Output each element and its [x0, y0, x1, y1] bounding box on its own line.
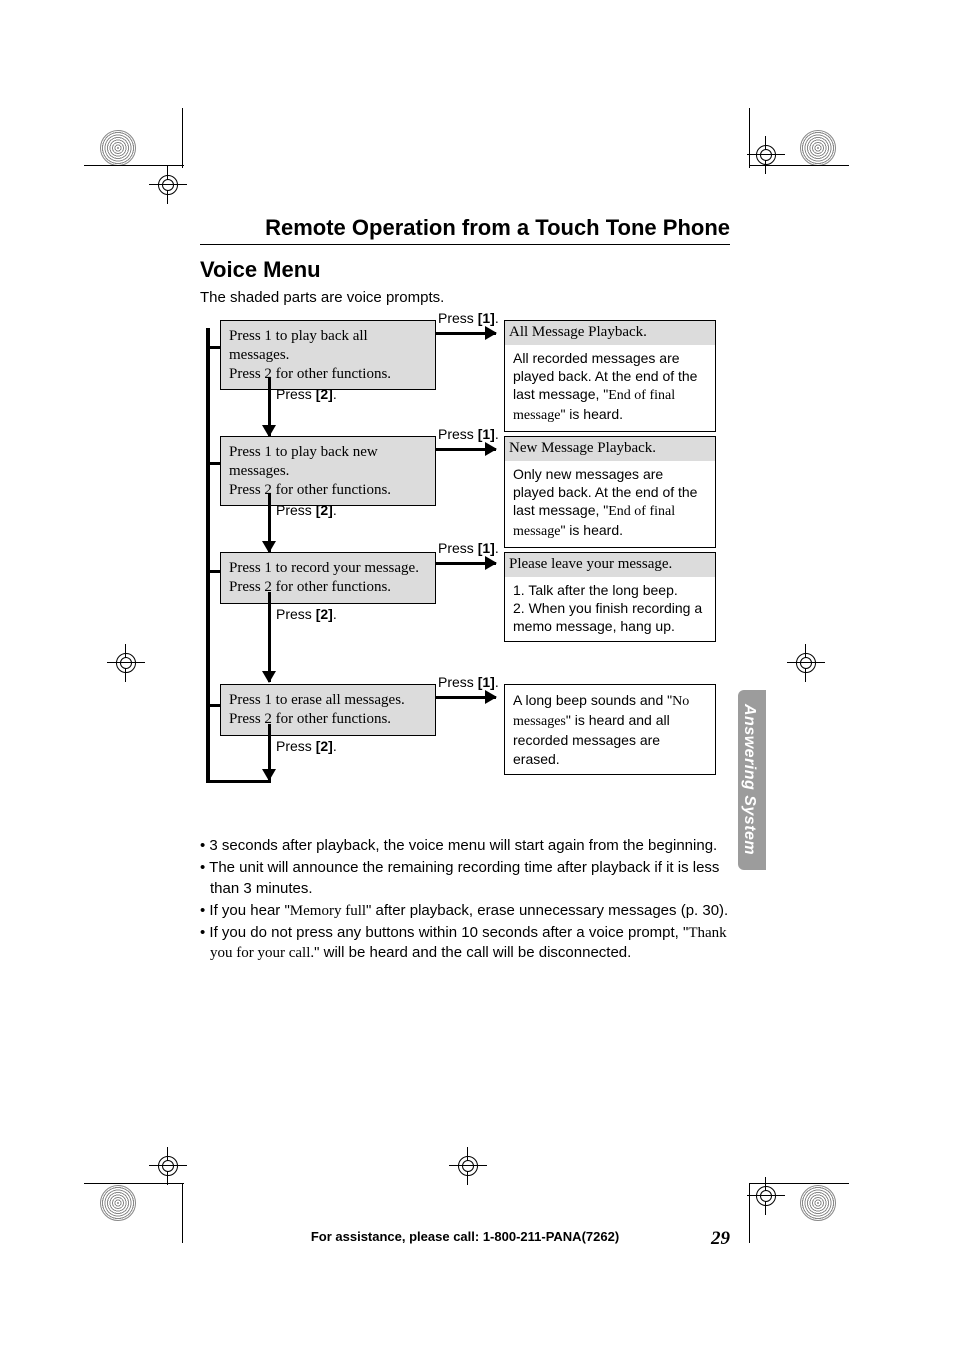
note-1: • 3 seconds after playback, the voice me… [200, 836, 730, 856]
cross-mark-ml [113, 650, 139, 676]
section-tab: Answering System [738, 690, 766, 870]
result-text: A long beep sounds and "No messages" is … [513, 692, 689, 767]
prompt-box-2: Press 1 to play back new messages. Press… [220, 436, 436, 506]
prompt-box-4: Press 1 to erase all messages. Press 2 f… [220, 684, 436, 736]
footer-assist: For assistance, please call: 1-800-211-P… [311, 1229, 619, 1244]
notes-list: • 3 seconds after playback, the voice me… [200, 836, 730, 964]
section-tab-label: Answering System [738, 690, 760, 870]
prompt-text: Press 1 to play back new messages. Press… [229, 444, 391, 498]
page-title: Remote Operation from a Touch Tone Phone [200, 215, 730, 245]
note-4: • If you do not press any buttons within… [200, 923, 730, 964]
cross-mark-bc [455, 1153, 481, 1179]
flow-diagram: Press 1 to play back all messages. Press… [206, 316, 730, 796]
section-subtitle: Voice Menu [200, 257, 730, 283]
reg-mark-bl [100, 1185, 136, 1221]
press1-label-2: Press [1]. [438, 426, 499, 442]
result-shaded: New Message Playback. [505, 437, 715, 461]
result-box-3: Please leave your message. 1. Talk after… [504, 552, 716, 642]
result-shaded: All Message Playback. [505, 321, 715, 345]
result-box-1: All Message Playback. All recorded messa… [504, 320, 716, 432]
result-list: 1. Talk after the long beep. 2. When you… [513, 581, 707, 636]
result-text: Only new messages are played back. At th… [513, 466, 697, 539]
cross-mark-bl [155, 1153, 181, 1179]
result-box-2: New Message Playback. Only new messages … [504, 436, 716, 548]
reg-mark-tr [800, 130, 836, 166]
result-shaded: Please leave your message. [505, 553, 715, 577]
reg-mark-br [800, 1185, 836, 1221]
prompt-text: Press 1 to record your message. Press 2 … [229, 560, 419, 595]
prompt-box-1: Press 1 to play back all messages. Press… [220, 320, 436, 390]
press2-label-1: Press [2]. [276, 386, 337, 402]
intro-text: The shaded parts are voice prompts. [200, 289, 730, 306]
note-3: • If you hear "Memory full" after playba… [200, 901, 730, 921]
press2-label-3: Press [2]. [276, 606, 337, 622]
cross-mark-br [753, 1183, 779, 1209]
prompt-text: Press 1 to play back all messages. Press… [229, 328, 391, 382]
cross-mark-mr [793, 650, 819, 676]
cross-mark-tl [155, 172, 181, 198]
press2-label-4: Press [2]. [276, 738, 337, 754]
press2-label-2: Press [2]. [276, 502, 337, 518]
result-text: All recorded messages are played back. A… [513, 350, 697, 423]
note-2: • The unit will announce the remaining r… [200, 858, 730, 899]
press1-label-4: Press [1]. [438, 674, 499, 690]
press1-label-3: Press [1]. [438, 540, 499, 556]
page-number: 29 [711, 1228, 730, 1250]
result-box-4: A long beep sounds and "No messages" is … [504, 684, 716, 775]
prompt-text: Press 1 to erase all messages. Press 2 f… [229, 692, 405, 727]
prompt-box-3: Press 1 to record your message. Press 2 … [220, 552, 436, 604]
press1-label-1: Press [1]. [438, 310, 499, 326]
reg-mark-tl [100, 130, 136, 166]
